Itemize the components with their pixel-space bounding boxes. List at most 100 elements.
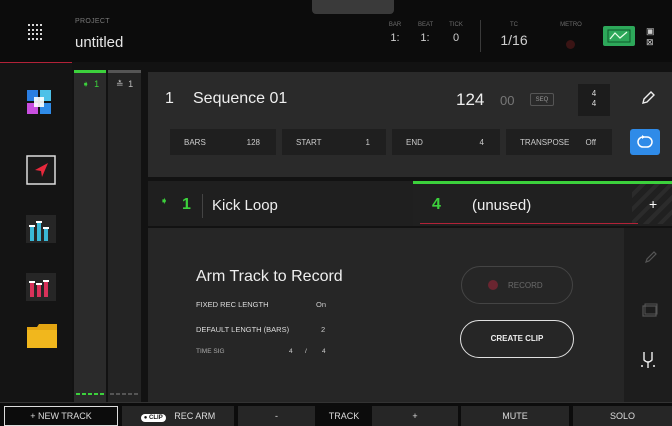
track-minus-button[interactable]: - bbox=[238, 406, 315, 426]
param-label: TRANSPOSE bbox=[520, 138, 570, 147]
clip-launch-button[interactable] bbox=[26, 155, 56, 185]
transpose-field[interactable]: TRANSPOSE Off bbox=[506, 129, 612, 155]
timesig-top: 4 bbox=[591, 89, 597, 98]
time-sig-label: TIME SIG bbox=[196, 348, 225, 355]
track-header: ≛ 1 bbox=[108, 73, 141, 93]
tick-value: 0 bbox=[452, 32, 460, 44]
add-clip-plus-icon[interactable]: + bbox=[649, 196, 657, 212]
track-column-1[interactable]: ➧ 1 bbox=[74, 70, 106, 402]
param-label: END bbox=[406, 138, 423, 147]
new-track-button[interactable]: + NEW TRACK bbox=[4, 406, 118, 426]
metro-label: METRO bbox=[560, 22, 582, 28]
clip-view-icon[interactable] bbox=[642, 303, 658, 322]
bottom-bar: + NEW TRACK ● CLIP REC ARM - TRACK + MUT… bbox=[0, 402, 672, 426]
arm-track-title: Arm Track to Record bbox=[196, 268, 343, 285]
menu-grid-icon[interactable] bbox=[28, 24, 44, 40]
param-value: 128 bbox=[246, 138, 260, 147]
tick-label: TICK bbox=[449, 22, 463, 28]
beat-value: 1: bbox=[420, 32, 430, 44]
track-header: ➧ 1 bbox=[74, 73, 106, 93]
slot-underline bbox=[420, 223, 638, 224]
project-label: PROJECT bbox=[75, 18, 110, 25]
record-panel bbox=[148, 228, 624, 402]
pad-mode-button[interactable] bbox=[26, 89, 56, 119]
top-notch-handle[interactable] bbox=[312, 0, 394, 14]
square-icon[interactable]: ▣ bbox=[646, 26, 656, 37]
beat-counter[interactable]: BEAT 1: bbox=[418, 22, 434, 44]
window-mode-icons[interactable]: ▣ ⊠ bbox=[646, 26, 656, 48]
record-button-label: RECORD bbox=[508, 281, 543, 290]
track-number: 1 bbox=[94, 79, 100, 89]
bar-counter[interactable]: BAR 1: bbox=[388, 22, 402, 44]
tuning-fork-icon[interactable] bbox=[640, 350, 656, 375]
slot-number: 4 bbox=[432, 196, 441, 213]
tempo-value[interactable]: 124 bbox=[456, 90, 484, 110]
metronome[interactable]: METRO bbox=[556, 22, 586, 28]
rec-arm-label: REC ARM bbox=[174, 411, 216, 421]
metronome-indicator-icon bbox=[566, 40, 575, 49]
track-label: TRACK bbox=[318, 406, 370, 426]
default-length-label: DEFAULT LENGTH (BARS) bbox=[196, 325, 290, 334]
beat-label: BEAT bbox=[418, 22, 434, 28]
tempo-decimal[interactable]: 00 bbox=[500, 93, 514, 108]
rec-arm-button[interactable]: ● CLIP REC ARM bbox=[122, 406, 234, 426]
project-name[interactable]: untitled bbox=[75, 34, 123, 51]
mixer-button[interactable] bbox=[26, 215, 56, 245]
bars-field[interactable]: BARS 128 bbox=[170, 129, 276, 155]
start-field[interactable]: START 1 bbox=[282, 129, 386, 155]
fixed-length-label: FIXED REC LENGTH bbox=[196, 300, 269, 309]
automation-button[interactable] bbox=[603, 26, 635, 46]
folder-icon bbox=[27, 324, 57, 348]
track-2-footer-dash bbox=[110, 393, 140, 395]
channel-mixer-icon bbox=[26, 273, 56, 301]
edit-pencil-icon[interactable] bbox=[640, 90, 656, 111]
drum-track-icon: ≛ bbox=[116, 79, 124, 89]
mute-button[interactable]: MUTE bbox=[461, 406, 569, 426]
track-plus-button[interactable]: + bbox=[372, 406, 458, 426]
time-sig-den[interactable]: 4 bbox=[322, 348, 326, 355]
sequence-number[interactable]: 1 bbox=[165, 90, 174, 108]
fixed-length-value[interactable]: On bbox=[316, 300, 326, 309]
tc-label: TC bbox=[510, 22, 518, 28]
default-length-value[interactable]: 2 bbox=[321, 325, 325, 334]
timesig-bottom: 4 bbox=[591, 99, 597, 108]
tick-counter[interactable]: TICK 0 bbox=[448, 22, 464, 44]
track-column-2[interactable]: ≛ 1 bbox=[108, 70, 141, 402]
param-value: 1 bbox=[365, 138, 370, 147]
bar-label: BAR bbox=[388, 22, 402, 28]
create-clip-button[interactable]: CREATE CLIP bbox=[460, 320, 574, 358]
pads-icon bbox=[27, 90, 51, 114]
bar-value: 1: bbox=[390, 32, 400, 44]
channel-mixer-button[interactable] bbox=[26, 273, 56, 303]
loop-toggle-button[interactable] bbox=[630, 129, 660, 155]
top-bar: PROJECT untitled BAR 1: BEAT 1: TICK 0 T… bbox=[0, 0, 672, 62]
timecorrect[interactable]: TC 1/16 bbox=[494, 22, 534, 48]
close-box-icon[interactable]: ⊠ bbox=[646, 37, 656, 48]
solo-button[interactable]: SOLO bbox=[573, 406, 672, 426]
time-sig-num[interactable]: 4 bbox=[289, 348, 293, 355]
tempo-source-badge[interactable]: SEQ bbox=[530, 93, 554, 106]
tc-value: 1/16 bbox=[500, 32, 528, 48]
record-dot-icon bbox=[488, 280, 498, 290]
midi-track-icon: ➧ bbox=[160, 196, 169, 207]
automation-curve-icon bbox=[607, 29, 631, 43]
browser-button[interactable] bbox=[26, 321, 57, 351]
launch-arrow-icon bbox=[26, 155, 56, 185]
time-sig-slash: / bbox=[305, 348, 307, 355]
track-name[interactable]: Kick Loop bbox=[212, 197, 278, 214]
clip-chip: ● CLIP bbox=[140, 414, 166, 422]
mode-sidebar bbox=[0, 62, 72, 402]
track-1-footer-dash bbox=[76, 393, 106, 395]
mixer-icon bbox=[26, 215, 56, 243]
edit-pencil-icon[interactable] bbox=[644, 250, 658, 269]
end-field[interactable]: END 4 bbox=[392, 129, 500, 155]
track-number: 1 bbox=[128, 79, 134, 89]
midi-track-icon: ➧ bbox=[82, 79, 90, 89]
param-value: Off bbox=[585, 138, 596, 147]
divider bbox=[202, 194, 203, 218]
record-button[interactable]: RECORD bbox=[461, 266, 573, 304]
slot-name[interactable]: (unused) bbox=[472, 197, 531, 214]
sequence-name[interactable]: Sequence 01 bbox=[193, 90, 287, 108]
time-signature-box[interactable]: 4 4 bbox=[578, 84, 610, 116]
param-label: BARS bbox=[184, 138, 206, 147]
